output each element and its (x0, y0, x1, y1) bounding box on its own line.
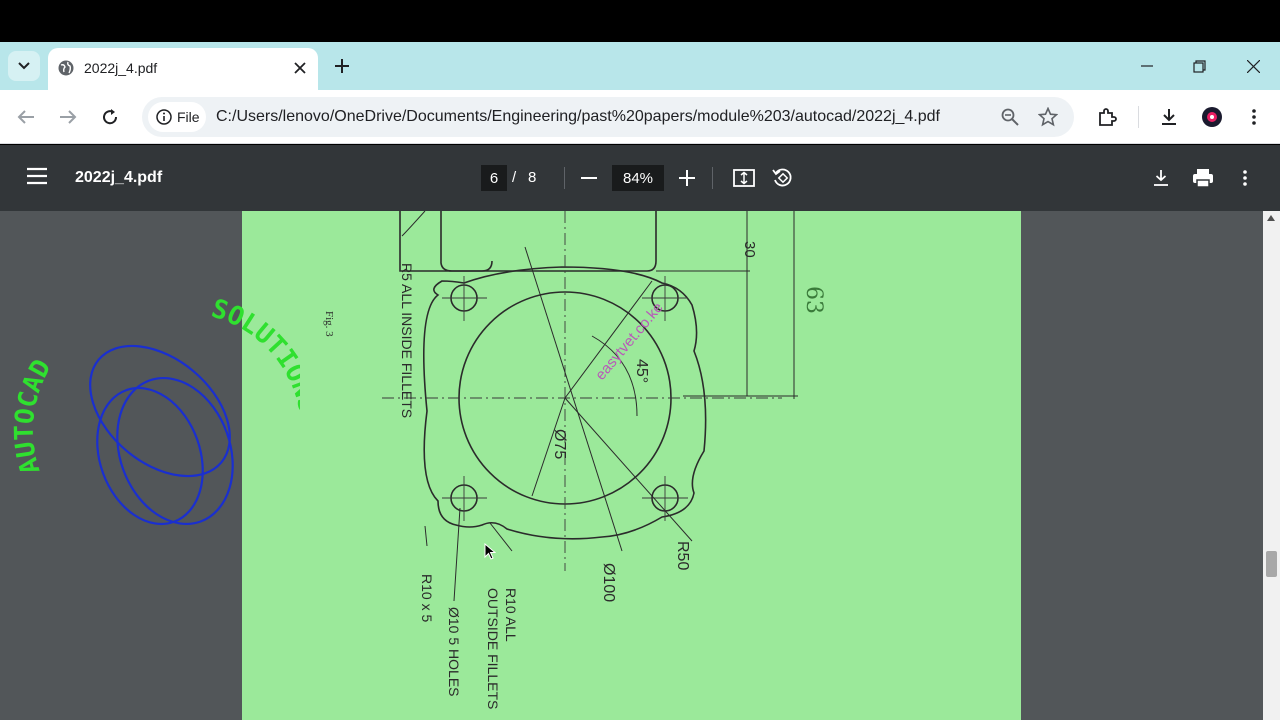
downloads-button[interactable] (1156, 104, 1182, 130)
site-info-chip[interactable]: File (148, 102, 206, 132)
zoom-out-button[interactable] (576, 165, 602, 191)
browser-tab[interactable]: 2022j_4.pdf (48, 48, 318, 90)
outline-segment (399, 211, 493, 272)
zoom-input[interactable]: 84% (612, 165, 664, 191)
pdf-toolbar: 2022j_4.pdf 6 / 8 84% (0, 145, 1280, 211)
pdf-download-button[interactable] (1148, 165, 1174, 191)
logo-word-right: SOLUTIONS (208, 294, 300, 416)
close-window-button[interactable] (1239, 52, 1267, 80)
engineering-drawing: 30 63 45° Ø75 Ø100 R50 R5 ALL INSIDE FIL… (323, 211, 826, 709)
fit-to-page-button[interactable] (731, 165, 757, 191)
restore-button[interactable] (1185, 52, 1213, 80)
total-pages: 8 (528, 169, 537, 186)
r10x5-note: R10 x 5 (419, 574, 435, 622)
minimize-button[interactable] (1133, 52, 1161, 80)
kebab-menu-icon (1243, 170, 1247, 186)
globe-icon (58, 60, 74, 76)
vertical-scrollbar[interactable] (1263, 211, 1280, 720)
browser-menu-button[interactable] (1241, 104, 1267, 130)
forward-button[interactable] (55, 104, 81, 130)
handwritten-63: 63 (801, 286, 826, 314)
plus-icon (335, 59, 349, 73)
tab-search-button[interactable] (8, 51, 40, 81)
fit-page-icon (733, 169, 755, 187)
diameter-100-label: Ø100 (600, 563, 617, 602)
rotate-button[interactable] (769, 165, 795, 191)
site-info-label: File (177, 109, 200, 125)
toolbar-divider (712, 167, 713, 189)
hamburger-menu-icon (27, 167, 47, 185)
screen-top-bar (0, 0, 1280, 42)
print-button[interactable] (1190, 165, 1216, 191)
avatar-icon (1202, 107, 1222, 127)
knot-icon (89, 344, 234, 526)
pdf-file-name: 2022j_4.pdf (75, 169, 163, 186)
pdf-more-button[interactable] (1232, 165, 1258, 191)
restore-icon (1192, 59, 1206, 73)
star-icon (1038, 107, 1058, 127)
bookmark-button[interactable] (1038, 107, 1058, 127)
extensions-button[interactable] (1094, 104, 1120, 130)
download-icon (1162, 109, 1176, 125)
address-bar: File C:/Users/lenovo/OneDrive/Documents/… (0, 90, 1280, 144)
printer-icon (1193, 169, 1213, 188)
logo-word-left: AUTOCAD (10, 355, 58, 478)
r10-all-note: R10 ALL (503, 588, 519, 642)
zoom-in-button[interactable] (674, 165, 700, 191)
page-separator: / (512, 169, 517, 186)
chevron-down-icon (18, 62, 30, 70)
reload-icon (103, 109, 118, 125)
rotate-icon (772, 168, 792, 187)
autocad-solutions-logo: AUTOCAD SOLUTIONS (10, 294, 300, 526)
info-icon (156, 109, 172, 125)
close-icon (1246, 59, 1260, 73)
new-tab-button[interactable] (330, 54, 354, 78)
arrow-left-icon (17, 110, 34, 124)
scroll-up-arrow-icon[interactable] (1267, 215, 1275, 221)
vertical-dimension-lines (656, 211, 798, 399)
dimension-30: 30 (741, 241, 758, 258)
toolbar-divider (564, 167, 565, 189)
puzzle-icon (1099, 108, 1117, 126)
minimize-icon (1141, 65, 1153, 67)
figure-label: Fig. 3 (323, 311, 335, 337)
scrollbar-thumb[interactable] (1266, 551, 1277, 577)
page-number-input[interactable]: 6 (481, 165, 507, 191)
tab-title: 2022j_4.pdf (84, 60, 158, 76)
toolbar-divider (1138, 106, 1139, 128)
holes-note: Ø10 5 HOLES (446, 607, 462, 697)
tab-strip: 2022j_4.pdf (0, 42, 1280, 90)
diameter-75-label: Ø75 (551, 429, 568, 459)
zoom-page-button[interactable] (1000, 107, 1020, 127)
kebab-menu-icon (1252, 109, 1256, 125)
zoom-out-magnifier-icon (1001, 108, 1019, 126)
minus-icon (581, 177, 597, 179)
close-icon (294, 62, 306, 74)
pdf-page: 30 63 45° Ø75 Ø100 R50 R5 ALL INSIDE FIL… (242, 211, 1021, 720)
back-button[interactable] (13, 104, 39, 130)
mouse-cursor-icon (484, 543, 496, 560)
url-text[interactable]: C:/Users/lenovo/OneDrive/Documents/Engin… (216, 108, 940, 126)
pdf-viewer[interactable]: 30 63 45° Ø75 Ø100 R50 R5 ALL INSIDE FIL… (0, 211, 1280, 720)
angle-45-label: 45° (633, 359, 650, 383)
download-icon (1154, 170, 1168, 186)
tab-close-button[interactable] (290, 58, 310, 78)
radius-50-label: R50 (674, 541, 691, 570)
omnibox[interactable]: File C:/Users/lenovo/OneDrive/Documents/… (142, 97, 1074, 137)
r5-fillets-note: R5 ALL INSIDE FILLETS (399, 263, 415, 418)
pdf-sidebar-toggle[interactable] (26, 167, 50, 189)
reload-button[interactable] (97, 104, 123, 130)
arrow-right-icon (60, 110, 77, 124)
outside-fillets-note: OUTSIDE FILLETS (485, 588, 501, 709)
profile-button[interactable] (1199, 104, 1225, 130)
top-boss-outline (440, 211, 657, 272)
leader-r50 (564, 397, 693, 542)
plus-icon (679, 170, 695, 186)
